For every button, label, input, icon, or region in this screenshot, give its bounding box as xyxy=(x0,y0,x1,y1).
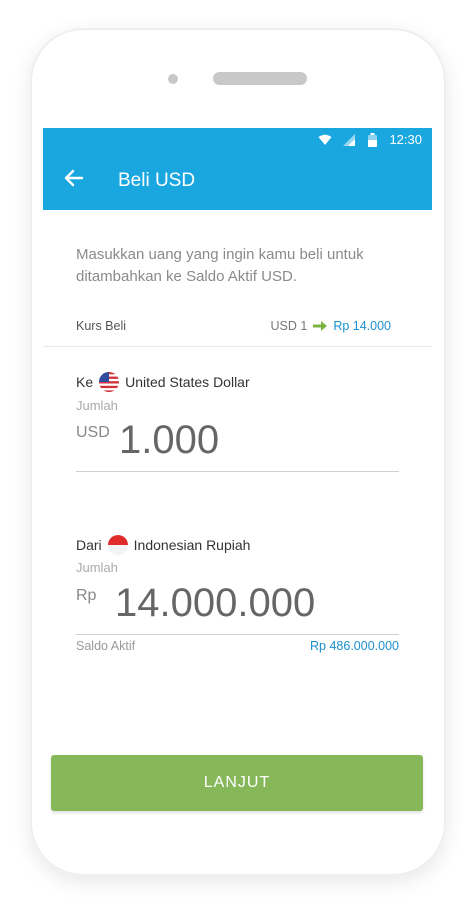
us-flag-icon xyxy=(99,372,120,392)
wifi-icon xyxy=(318,134,332,145)
signal-icon xyxy=(343,134,355,146)
page-title: Beli USD xyxy=(118,170,196,191)
source-amount-label: Jumlah xyxy=(76,560,118,575)
target-amount-input[interactable]: 1.000 xyxy=(119,418,219,463)
app-screen: 12:30 Beli USD Masukkan uang yang ingin … xyxy=(43,128,432,839)
arrow-left-icon[interactable] xyxy=(62,166,86,190)
target-currency-row[interactable]: Ke United States Dollar xyxy=(76,372,250,392)
source-currency-code: Rp xyxy=(76,587,97,604)
source-amount-underline xyxy=(76,634,399,635)
status-time: 12:30 xyxy=(389,132,422,147)
source-prefix: Dari xyxy=(76,537,102,553)
status-bar: 12:30 xyxy=(43,128,432,152)
target-currency-name: United States Dollar xyxy=(125,374,250,390)
rate-from: USD 1 xyxy=(270,319,308,333)
instruction-text: Masukkan uang yang ingin kamu beli untuk… xyxy=(76,246,364,285)
rate-value: USD 1 Rp 14.000 xyxy=(270,319,391,333)
divider xyxy=(43,346,432,347)
target-amount-underline xyxy=(76,471,399,472)
arrow-right-icon xyxy=(313,321,328,331)
speaker-grille xyxy=(213,72,307,85)
id-flag-icon xyxy=(107,535,128,555)
target-currency-code: USD xyxy=(76,424,110,441)
continue-button[interactable]: LANJUT xyxy=(51,755,423,811)
source-currency-row[interactable]: Dari Indonesian Rupiah xyxy=(76,535,250,555)
battery-icon xyxy=(368,133,377,147)
rate-to: Rp 14.000 xyxy=(333,319,391,333)
app-bar: Beli USD xyxy=(43,152,432,210)
target-amount-label: Jumlah xyxy=(76,398,118,413)
source-amount-input[interactable]: 14.000.000 xyxy=(115,581,315,626)
rate-label: Kurs Beli xyxy=(76,319,127,333)
source-currency-name: Indonesian Rupiah xyxy=(133,537,251,553)
camera-dot xyxy=(168,74,178,84)
balance-value: Rp 486.000.000 xyxy=(310,639,399,653)
target-prefix: Ke xyxy=(76,374,94,390)
balance-label: Saldo Aktif xyxy=(76,639,136,653)
